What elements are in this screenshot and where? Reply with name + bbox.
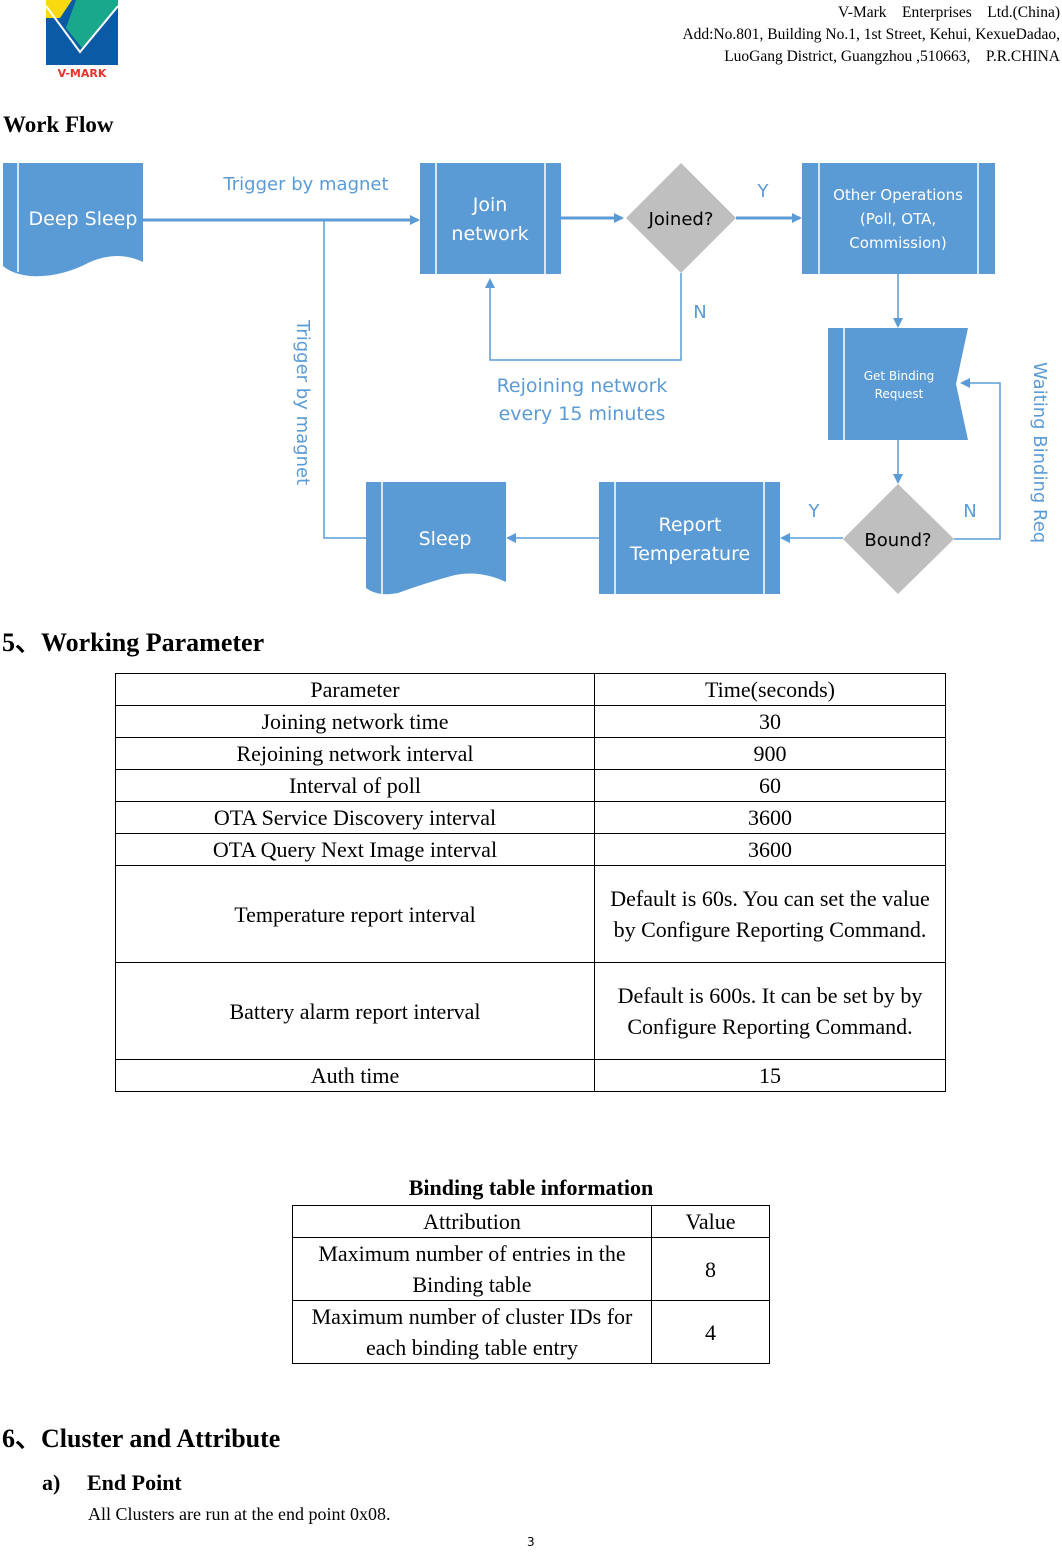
page-number: 3 [527,1535,535,1549]
node-get-binding-request: Get Binding Request [828,328,968,440]
subsection-heading: End Point [87,1470,182,1495]
table-row: Maximum number of entries in the Binding… [292,1237,770,1301]
param-name: OTA Service Discovery interval [115,801,595,834]
table-row: OTA Query Next Image interval 3600 [115,833,946,866]
node-binding-label-2: Request [875,387,924,401]
table-row: OTA Service Discovery interval 3600 [115,801,946,834]
param-value: 3600 [594,801,946,834]
node-report-label-2: Temperature [629,543,750,565]
company-address-line2: LuoGang District, Guangzhou ,510663, P.R… [724,48,1060,65]
node-deep-sleep: Deep Sleep [3,163,143,277]
param-value: 3600 [594,833,946,866]
subsection-label: a) [42,1470,61,1495]
table-header-row: Parameter Time(seconds) [115,673,946,706]
binding-table: Attribution Value Maximum number of entr… [292,1205,770,1364]
header-attribution: Attribution [292,1205,652,1238]
binding-value: 8 [651,1237,770,1301]
node-sleep-label: Sleep [419,528,472,550]
node-binding-label-1: Get Binding [864,369,935,383]
section6-heading: 6、Cluster and Attribute [2,1424,281,1453]
line-trigger-from-sleep [323,220,366,539]
table-header-row: Attribution Value [292,1205,770,1238]
node-report-temperature: Report Temperature [599,482,780,594]
label-waiting-binding-req: Waiting Binding Req [1029,362,1050,543]
header-parameter: Parameter [115,673,595,706]
param-name: Joining network time [115,705,595,738]
table-row: Joining network time 30 [115,705,946,738]
label-joined-no: N [693,302,706,323]
node-bound-decision: Bound? [843,484,954,594]
node-deep-sleep-label: Deep Sleep [29,208,138,230]
workflow-diagram: Deep Sleep Trigger by magnet Trigger by … [3,163,1050,595]
header-time: Time(seconds) [594,673,946,706]
param-name: Rejoining network interval [115,737,595,770]
table-row: Battery alarm report interval Default is… [115,962,946,1060]
label-trigger-by-magnet-vertical: Trigger by magnet [292,319,313,485]
node-other-label-1: Other Operations [833,186,963,204]
param-value: 900 [594,737,946,770]
header-value: Value [651,1205,770,1238]
label-bound-yes: Y [808,501,821,522]
label-rejoin-line1: Rejoining network [497,375,668,397]
param-name: Auth time [115,1059,595,1092]
subsection-end-point: a) End Point [42,1470,182,1496]
param-name: OTA Query Next Image interval [115,833,595,866]
table-row: Maximum number of cluster IDs for each b… [292,1300,770,1364]
table-row: Auth time 15 [115,1059,946,1092]
company-address-line1: Add:No.801, Building No.1, 1st Street, K… [682,26,1060,43]
node-join-network: Join network [420,163,561,274]
node-join-label-1: Join [472,194,508,216]
company-header: V-Mark Enterprises Ltd.(China) Add:No.80… [682,2,1060,68]
node-other-operations: Other Operations (Poll, OTA, Commission) [802,163,995,274]
arrow-bound-no-loop [954,378,1001,540]
binding-attribute: Maximum number of entries in the Binding… [292,1237,652,1301]
node-report-label-1: Report [659,514,722,536]
param-name: Battery alarm report interval [115,962,595,1060]
label-bound-no: N [963,501,976,522]
label-joined-yes: Y [757,181,770,202]
node-sleep: Sleep [366,482,506,595]
param-value: 60 [594,769,946,802]
company-name: V-Mark Enterprises Ltd.(China) [838,4,1060,21]
node-other-label-3: Commission) [849,234,946,252]
param-value: 30 [594,705,946,738]
label-trigger-by-magnet-top: Trigger by magnet [222,174,388,195]
param-name: Interval of poll [115,769,595,802]
logo-text: V-MARK [58,67,107,80]
node-joined-label: Joined? [648,209,714,230]
param-value: 15 [594,1059,946,1092]
label-rejoin-line2: every 15 minutes [499,403,666,425]
node-other-label-2: (Poll, OTA, [860,210,936,228]
table-row: Rejoining network interval 900 [115,737,946,770]
param-value: Default is 600s. It can be set by by Con… [594,962,946,1060]
node-joined-decision: Joined? [626,163,736,273]
working-parameter-table: Parameter Time(seconds) Joining network … [115,673,946,1092]
node-bound-label: Bound? [864,530,931,551]
node-join-label-2: network [451,223,528,245]
section5-heading: 5、Working Parameter [2,628,265,657]
workflow-heading: Work Flow [3,112,114,137]
param-value: Default is 60s. You can set the value by… [594,865,946,963]
binding-table-title: Binding table information [408,1175,654,1200]
binding-attribute: Maximum number of cluster IDs for each b… [292,1300,652,1364]
v-mark-logo: V-MARK [46,0,118,80]
end-point-paragraph: All Clusters are run at the end point 0x… [88,1504,391,1524]
table-row: Interval of poll 60 [115,769,946,802]
binding-value: 4 [651,1300,770,1364]
table-row: Temperature report interval Default is 6… [115,865,946,963]
arrow-joined-no-loop [485,273,682,361]
param-name: Temperature report interval [115,865,595,963]
